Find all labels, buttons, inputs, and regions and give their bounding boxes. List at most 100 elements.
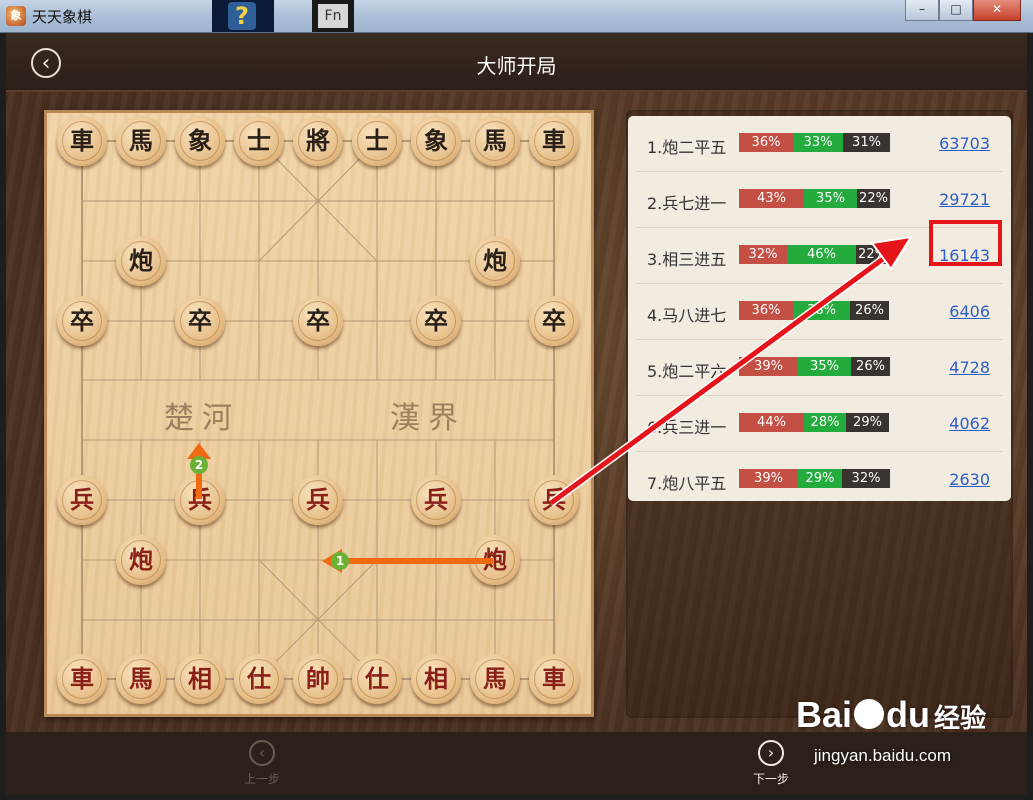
xiangqi-piece[interactable]: 帥 [293,654,343,704]
red-win-segment: 32% [739,245,787,264]
xiangqi-piece[interactable]: 炮 [470,236,520,286]
piece-glyph: 士 [239,121,279,161]
opening-name: 6.兵三进一 [647,418,727,437]
win-rate-bar: 43% 35% 22% [739,189,890,208]
black-win-segment: 26% [851,357,890,376]
xiangqi-piece[interactable]: 車 [529,654,579,704]
piece-glyph: 炮 [121,540,161,580]
xiangqi-piece[interactable]: 仕 [234,654,284,704]
piece-glyph: 馬 [475,659,515,699]
xiangqi-piece[interactable]: 士 [352,116,402,166]
xiangqi-piece[interactable]: 兵 [175,475,225,525]
xiangqi-piece[interactable]: 車 [57,116,107,166]
chevron-right-icon: › [758,740,784,766]
xiangqi-piece[interactable]: 馬 [470,654,520,704]
opening-name: 2.兵七进一 [647,194,727,213]
piece-glyph: 象 [180,121,220,161]
piece-glyph: 卒 [534,301,574,341]
piece-glyph: 兵 [62,480,102,520]
draw-segment: 46% [787,245,856,264]
xiangqi-piece[interactable]: 卒 [175,296,225,346]
red-win-segment: 39% [739,469,798,488]
xiangqi-piece[interactable]: 卒 [411,296,461,346]
keyboard-icon: Fn [318,4,348,28]
piece-glyph: 兵 [534,480,574,520]
black-win-segment: 29% [846,413,889,432]
app-logo-icon: 象 [6,6,26,26]
openings-list[interactable]: 1.炮二平五 36% 33% 31% 63703 2.兵七进一 43% 35% 22% 29721… [628,116,1011,501]
taskbar-thumbnail-help[interactable]: ? [212,0,274,32]
piece-glyph: 兵 [298,480,338,520]
opening-row[interactable]: 7.炮八平五 39% 29% 32% 2630 [636,452,1002,501]
xiangqi-board[interactable]: 楚河 漢界 車馬象士將士象馬車炮炮卒卒卒卒卒兵兵兵兵兵炮炮車馬相仕帥仕相馬車 [44,110,594,717]
xiangqi-piece[interactable]: 馬 [116,116,166,166]
red-win-segment: 43% [739,189,804,208]
paw-icon [854,699,885,729]
piece-glyph: 士 [357,121,397,161]
piece-glyph: 馬 [121,121,161,161]
xiangqi-piece[interactable]: 炮 [470,535,520,585]
xiangqi-piece[interactable]: 象 [175,116,225,166]
xiangqi-piece[interactable]: 馬 [116,654,166,704]
xiangqi-piece[interactable]: 馬 [470,116,520,166]
piece-glyph: 車 [62,659,102,699]
game-count-link[interactable]: 63703 [939,134,990,153]
xiangqi-piece[interactable]: 卒 [57,296,107,346]
window-title: 天天象棋 [32,8,93,26]
watermark-brand: Bai [796,694,853,735]
xiangqi-piece[interactable]: 相 [411,654,461,704]
red-win-segment: 36% [739,133,793,152]
piece-glyph: 車 [62,121,102,161]
piece-glyph: 馬 [475,121,515,161]
close-button[interactable]: ✕ [973,0,1021,21]
taskbar-thumbnail-keyboard[interactable]: Fn [312,0,354,32]
draw-segment: 28% [804,413,846,432]
xiangqi-piece[interactable]: 炮 [116,236,166,286]
win-rate-bar: 36% 38% 26% [739,301,889,320]
piece-glyph: 車 [534,659,574,699]
piece-glyph: 馬 [121,659,161,699]
xiangqi-piece[interactable]: 兵 [293,475,343,525]
game-count-link[interactable]: 2630 [949,470,990,489]
xiangqi-piece[interactable]: 兵 [529,475,579,525]
xiangqi-piece[interactable]: 仕 [352,654,402,704]
piece-glyph: 兵 [416,480,456,520]
xiangqi-piece[interactable]: 卒 [293,296,343,346]
xiangqi-piece[interactable]: 炮 [116,535,166,585]
draw-segment: 33% [793,133,843,152]
help-icon: ? [228,2,256,30]
piece-glyph: 相 [180,659,220,699]
opening-row[interactable]: 4.马八进七 36% 38% 26% 6406 [636,284,1002,340]
minimize-button[interactable]: – [905,0,939,21]
maximize-button[interactable]: □ [939,0,973,21]
game-count-link[interactable]: 29721 [939,190,990,209]
prev-step-button[interactable]: ‹ 上一步 [232,740,292,787]
xiangqi-piece[interactable]: 車 [57,654,107,704]
highlight-box [929,220,1002,266]
piece-glyph: 仕 [357,659,397,699]
app-header: ‹ 大师开局 [6,33,1027,92]
xiangqi-piece[interactable]: 車 [529,116,579,166]
xiangqi-piece[interactable]: 士 [234,116,284,166]
next-step-button[interactable]: › 下一步 [741,740,801,787]
xiangqi-piece[interactable]: 兵 [411,475,461,525]
opening-row[interactable]: 5.炮二平六 39% 35% 26% 4728 [636,340,1002,396]
piece-glyph: 炮 [475,241,515,281]
xiangqi-piece[interactable]: 卒 [529,296,579,346]
opening-row[interactable]: 1.炮二平五 36% 33% 31% 63703 [636,116,1002,172]
game-count-link[interactable]: 4062 [949,414,990,433]
piece-glyph: 仕 [239,659,279,699]
xiangqi-piece[interactable]: 兵 [57,475,107,525]
piece-glyph: 相 [416,659,456,699]
draw-segment: 38% [793,301,850,320]
xiangqi-piece[interactable]: 將 [293,116,343,166]
game-count-link[interactable]: 4728 [949,358,990,377]
opening-name: 4.马八进七 [647,306,727,325]
opening-row[interactable]: 6.兵三进一 44% 28% 29% 4062 [636,396,1002,452]
watermark-url: jingyan.baidu.com [814,746,952,765]
xiangqi-piece[interactable]: 相 [175,654,225,704]
black-win-segment: 22% [857,189,890,208]
game-count-link[interactable]: 6406 [949,302,990,321]
xiangqi-piece[interactable]: 象 [411,116,461,166]
draw-segment: 29% [798,469,842,488]
